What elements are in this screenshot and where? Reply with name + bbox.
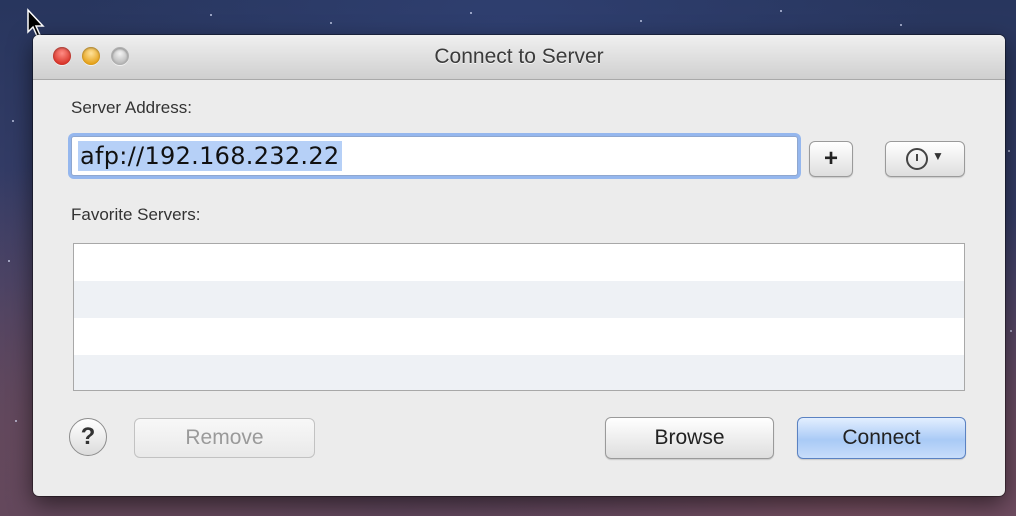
server-address-input[interactable]: afp://192.168.232.22 [71, 136, 798, 176]
triangle-down-icon: ▼ [932, 149, 944, 163]
connect-button[interactable]: Connect [797, 417, 966, 459]
add-favorite-button[interactable]: + [809, 141, 853, 177]
clock-icon [906, 148, 929, 170]
server-address-label: Server Address: [71, 98, 192, 117]
title-bar: Connect to Server [33, 35, 1005, 80]
help-button[interactable]: ? [69, 418, 107, 456]
window-title: Connect to Server [434, 45, 604, 68]
list-item[interactable] [74, 318, 964, 355]
recent-servers-button[interactable]: ▼ [885, 141, 965, 177]
favorite-servers-label: Favorite Servers: [71, 205, 201, 224]
list-item[interactable] [74, 355, 964, 390]
favorite-servers-list[interactable] [73, 243, 965, 391]
server-address-value: afp://192.168.232.22 [78, 141, 342, 171]
connect-to-server-window: Connect to Server Server Address: afp://… [33, 35, 1005, 496]
list-item[interactable] [74, 244, 964, 281]
browse-button[interactable]: Browse [605, 417, 774, 459]
list-item[interactable] [74, 281, 964, 318]
remove-button[interactable]: Remove [134, 418, 315, 458]
mouse-cursor-icon [27, 8, 45, 37]
